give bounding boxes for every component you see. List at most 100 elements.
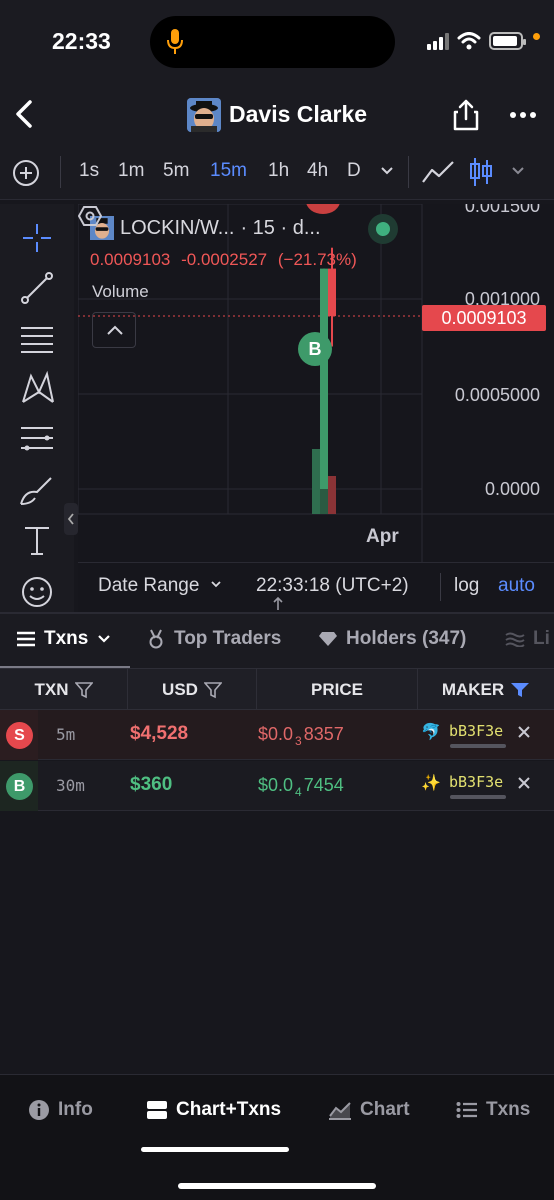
tab-label: Holders (347) xyxy=(346,628,467,649)
volume-bar xyxy=(320,489,328,514)
battery-icon xyxy=(489,32,526,50)
chart-footer: Date Range 22:33:18 (UTC+2) log auto xyxy=(78,562,554,610)
sparkle-dolphin-icon: ✨ xyxy=(421,775,441,792)
date-range-button[interactable]: Date Range xyxy=(98,575,223,597)
chevron-down-icon[interactable] xyxy=(379,162,395,178)
cellular-signal-icon xyxy=(427,32,449,50)
buy-marker: B xyxy=(298,332,332,366)
close-icon[interactable] xyxy=(515,723,533,741)
sell-badge: S xyxy=(6,722,33,749)
row-type-cell: B xyxy=(0,761,38,811)
timeframe-toolbar: 1s 1m 5m 15m 1h 4h D xyxy=(0,144,554,200)
tab-txns[interactable]: Txns xyxy=(16,628,112,650)
status-icons xyxy=(427,30,540,52)
row-type-cell: S xyxy=(0,710,38,760)
chart-symbol: LOCKIN/W... xyxy=(120,216,235,239)
txn-usd: $4,528 xyxy=(130,723,189,744)
filter-icon[interactable] xyxy=(203,681,222,699)
crosshair-icon[interactable] xyxy=(17,218,57,258)
panel-tabs: Txns Top Traders Holders (347) Li xyxy=(0,612,554,669)
timeframe-5m[interactable]: 5m xyxy=(163,160,189,182)
fib-retracement-icon[interactable] xyxy=(17,418,57,458)
chevron-down-icon xyxy=(98,635,111,643)
txn-price: $0.0 4 7454 xyxy=(258,775,344,799)
bottom-navigation: Info Chart+Txns Chart Txns xyxy=(0,1074,554,1200)
column-txn[interactable]: TXN xyxy=(0,669,128,711)
maker-address[interactable]: bB3F3e xyxy=(449,773,503,791)
column-label: USD xyxy=(162,680,198,699)
trend-line-icon[interactable] xyxy=(17,268,57,308)
horizontal-lines-icon[interactable] xyxy=(17,318,57,358)
nav-label: Txns xyxy=(486,1099,531,1120)
line-chart-type-icon[interactable] xyxy=(420,158,456,186)
txn-age: 5m xyxy=(56,725,76,744)
add-indicator-icon[interactable] xyxy=(12,159,40,187)
pattern-tool-icon[interactable] xyxy=(17,368,57,408)
nav-label: Info xyxy=(58,1099,93,1120)
drawing-toolbar xyxy=(0,204,74,612)
dolphin-icon: 🐬 xyxy=(421,724,441,741)
filter-icon[interactable] xyxy=(74,681,93,699)
medal-icon xyxy=(149,629,163,649)
candle-body xyxy=(320,268,328,489)
back-icon[interactable] xyxy=(10,96,46,132)
price-change-pct: (−21.73%) xyxy=(277,250,357,269)
auto-scale-toggle[interactable]: auto xyxy=(498,575,535,597)
price-chart[interactable]: LOCKIN/W... · 15 · d... 0.0009103 -0.000… xyxy=(78,204,554,612)
nav-txns[interactable]: Txns xyxy=(456,1099,530,1121)
price-main: $0.0 xyxy=(258,724,294,744)
x-tick-label: Apr xyxy=(366,526,399,547)
candlestick-chart-type-icon[interactable] xyxy=(469,156,493,188)
tab-label: Top Traders xyxy=(174,628,282,649)
price-change: -0.0002527 xyxy=(181,250,268,269)
nav-chart-txns[interactable]: Chart+Txns xyxy=(146,1099,281,1121)
brush-icon[interactable] xyxy=(17,470,57,510)
txn-price: $0.0 3 8357 xyxy=(258,724,344,748)
txn-usd: $360 xyxy=(130,774,173,795)
list-icon xyxy=(456,1102,477,1118)
collapse-toolbar-button[interactable] xyxy=(64,503,78,535)
nav-chart[interactable]: Chart xyxy=(328,1099,410,1121)
maker-balance-bar xyxy=(450,795,506,799)
chevron-down-icon[interactable] xyxy=(510,162,526,178)
table-row[interactable]: B 30m $360 $0.0 4 7454 ✨ bB3F3e xyxy=(0,761,554,811)
close-icon[interactable] xyxy=(515,774,533,792)
text-tool-icon[interactable] xyxy=(17,520,57,560)
timeframe-1h[interactable]: 1h xyxy=(268,160,289,182)
liquidity-icon xyxy=(505,632,525,647)
more-options-icon[interactable] xyxy=(507,100,539,130)
table-header: TXN USD PRICE MAKER xyxy=(0,668,554,711)
timeframe-1m[interactable]: 1m xyxy=(118,160,144,182)
legend-collapse-button[interactable] xyxy=(92,312,136,348)
last-price: 0.0009103 xyxy=(90,250,171,269)
chart-settings-icon[interactable] xyxy=(78,204,102,228)
nav-info[interactable]: Info xyxy=(28,1099,93,1121)
timeframe-d[interactable]: D xyxy=(347,160,361,182)
emoji-icon[interactable] xyxy=(17,572,57,612)
divider xyxy=(440,573,441,601)
nav-label: Chart+Txns xyxy=(176,1099,282,1120)
column-maker[interactable]: MAKER xyxy=(418,669,554,711)
tab-liquidity[interactable]: Li xyxy=(505,628,550,650)
txn-age: 30m xyxy=(56,776,85,795)
share-icon[interactable] xyxy=(452,98,480,132)
log-scale-toggle[interactable]: log xyxy=(454,575,479,597)
divider xyxy=(60,156,61,188)
column-usd[interactable]: USD xyxy=(128,669,257,711)
column-price[interactable]: PRICE xyxy=(257,669,418,711)
diamond-icon xyxy=(319,632,337,646)
chart-icon xyxy=(329,1102,351,1120)
maker-address[interactable]: bB3F3e xyxy=(449,722,503,740)
timeframe-4h[interactable]: 4h xyxy=(307,160,328,182)
timeframe-1s[interactable]: 1s xyxy=(79,160,99,182)
timeframe-15m[interactable]: 15m xyxy=(210,160,247,182)
volume-bar xyxy=(328,476,336,514)
column-label: TXN xyxy=(34,680,69,699)
filter-active-icon[interactable] xyxy=(510,681,530,699)
tab-top-traders[interactable]: Top Traders xyxy=(146,628,281,650)
app-header: Davis Clarke xyxy=(0,86,554,144)
price-zero-count: 3 xyxy=(295,733,302,748)
tab-holders[interactable]: Holders (347) xyxy=(318,628,466,650)
table-row[interactable]: S 5m $4,528 $0.0 3 8357 🐬 bB3F3e xyxy=(0,710,554,760)
live-status-icon xyxy=(368,214,398,244)
